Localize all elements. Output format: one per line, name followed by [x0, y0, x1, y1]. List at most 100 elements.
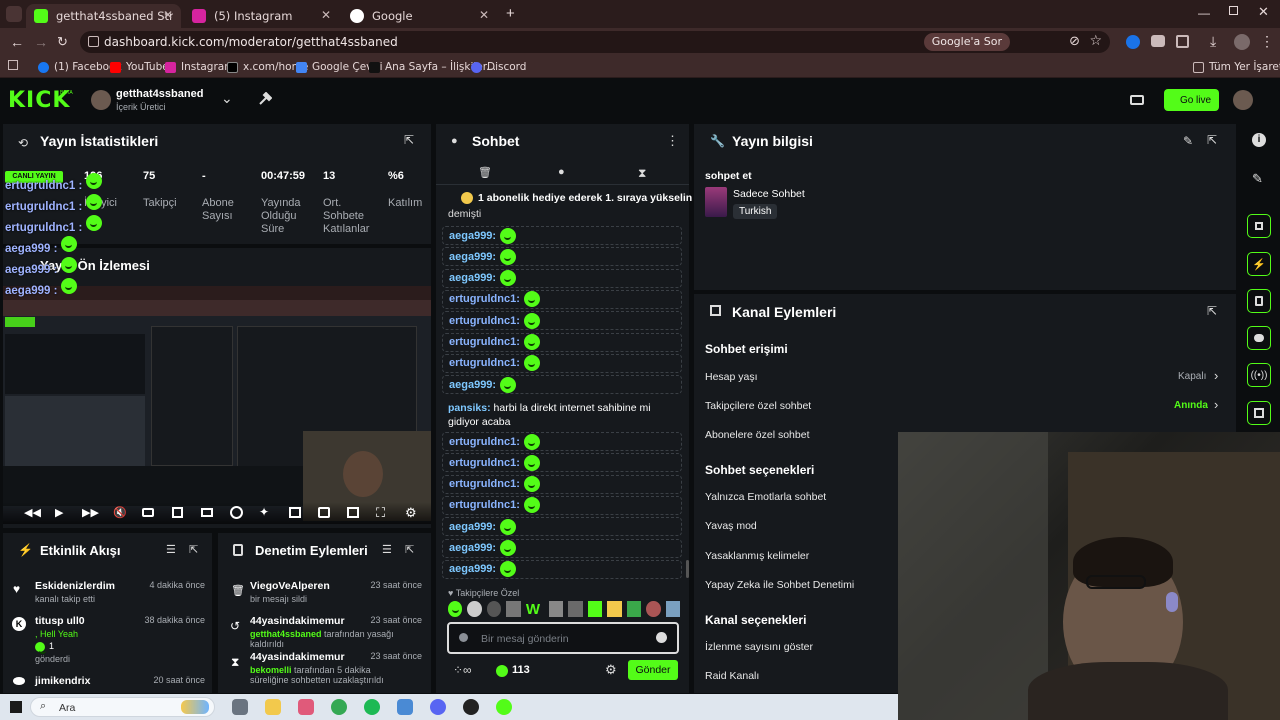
close-icon[interactable]: ✕	[479, 8, 489, 22]
hourglass-icon[interactable]: ⧗	[638, 166, 646, 181]
emote-icon[interactable]	[467, 601, 482, 617]
obs-icon[interactable]	[463, 699, 479, 715]
chevron-down-icon[interactable]: ⌄	[221, 90, 233, 107]
cast-icon[interactable]	[1130, 95, 1144, 105]
theatre-icon[interactable]	[318, 507, 330, 518]
back-arrow-icon[interactable]: ←	[10, 34, 24, 50]
chat-username[interactable]: aega999:	[449, 379, 496, 391]
chevron-right-icon[interactable]: ›	[1214, 368, 1218, 383]
chat-username[interactable]: ertugruldnc1:	[449, 499, 520, 511]
info-icon[interactable]: i	[1252, 133, 1266, 147]
emote-icon[interactable]	[626, 601, 642, 617]
close-icon[interactable]: ✕	[321, 8, 331, 22]
pencil-icon[interactable]: ✎	[1183, 134, 1193, 148]
filter-icon[interactable]: ☰	[382, 543, 392, 556]
setting-banned-words[interactable]: Yasaklanmış kelimeler	[705, 550, 809, 562]
sidebar-quick-action[interactable]	[1247, 401, 1271, 425]
setting-followers-chat[interactable]: Takipçilere özel sohbet	[705, 400, 811, 412]
bookmark-youtube[interactable]: YouTube	[110, 59, 169, 75]
setting-show-views[interactable]: İzlenme sayısını göster	[705, 641, 813, 653]
emote-icon[interactable]	[486, 601, 502, 617]
discord-icon[interactable]	[430, 699, 446, 715]
chat-username[interactable]: ertugruldnc1:	[449, 315, 520, 327]
chat-username[interactable]: aega999:	[449, 251, 496, 263]
fullscreen-icon[interactable]: ⛶	[376, 505, 385, 521]
user-avatar[interactable]	[1233, 90, 1253, 110]
play-icon[interactable]: ▶	[55, 506, 63, 519]
mute-icon[interactable]: 🔇	[113, 506, 127, 519]
all-bookmarks[interactable]: Tüm Yer İşaretleri	[1193, 59, 1280, 75]
profile-avatar[interactable]	[1234, 34, 1250, 50]
forward-icon[interactable]: ▶▶	[82, 506, 99, 519]
bookmark-instagram[interactable]: Instagram	[165, 59, 234, 75]
sparkle-icon[interactable]: ✦	[259, 505, 269, 519]
setting-raid[interactable]: Raid Kanalı	[705, 670, 759, 682]
gear-icon[interactable]: ⚙	[605, 662, 617, 678]
chat-username[interactable]: ertugruldnc1:	[449, 457, 520, 469]
emote-icon[interactable]	[506, 601, 521, 617]
pencil-icon[interactable]: ✎	[1252, 171, 1263, 187]
expand-icon[interactable]: ⇱	[405, 543, 414, 556]
chat-scrollbar[interactable]	[686, 560, 689, 578]
tab-search-button[interactable]	[6, 6, 22, 22]
emote-icon[interactable]	[665, 601, 681, 617]
emote-icon[interactable]	[568, 601, 583, 617]
setting-ai-moderation[interactable]: Yapay Zeka ile Sohbet Denetimi	[705, 579, 854, 591]
close-icon[interactable]: ✕	[163, 8, 173, 22]
extension-icon[interactable]	[1126, 35, 1140, 49]
gear-icon[interactable]: ⚙	[405, 505, 417, 521]
replay-icon[interactable]	[230, 506, 243, 519]
setting-slow-mode[interactable]: Yavaş mod	[705, 520, 757, 532]
chat-username[interactable]: ertugruldnc1:	[449, 436, 520, 448]
chevron-right-icon[interactable]: ›	[1214, 397, 1218, 412]
chat-username[interactable]: ertugruldnc1:	[449, 478, 520, 490]
reload-icon[interactable]: ↻	[57, 34, 68, 50]
kick-app-icon[interactable]	[496, 699, 512, 715]
chat-username[interactable]: aega999:	[449, 521, 496, 533]
settings-icon[interactable]	[397, 699, 413, 715]
window-close-button[interactable]: ✕	[1258, 4, 1269, 20]
sidebar-quick-action[interactable]	[1247, 326, 1271, 350]
expand-icon[interactable]: ⇱	[1207, 133, 1217, 147]
expand-icon[interactable]: ⇱	[189, 543, 198, 556]
google-ask-button[interactable]: Google'a Sor	[923, 33, 1010, 51]
emote-icon[interactable]	[548, 601, 564, 617]
apps-grid-icon[interactable]	[8, 60, 18, 70]
extensions-puzzle-icon[interactable]	[1176, 35, 1189, 48]
menu-kebab-icon[interactable]: ⋮	[666, 133, 679, 149]
crop-icon[interactable]	[172, 507, 183, 518]
trash-icon[interactable]: 🗑	[478, 166, 492, 179]
emoji-icon[interactable]	[656, 632, 667, 643]
address-bar[interactable]: dashboard.kick.com/moderator/getthat4ssb…	[80, 31, 1110, 53]
chat-username[interactable]: aega999:	[449, 563, 496, 575]
chrome-icon[interactable]	[331, 699, 347, 715]
sidebar-quick-action[interactable]: ⚡	[1247, 252, 1271, 276]
task-view-icon[interactable]	[232, 699, 248, 715]
stream-preview-video[interactable]	[3, 286, 431, 524]
chat-username[interactable]: aega999:	[449, 230, 496, 242]
extension-icon[interactable]	[1151, 35, 1165, 47]
new-tab-button[interactable]: +	[506, 5, 515, 22]
setting-emotes-only[interactable]: Yalnızca Emotlarla sohbet	[705, 491, 826, 503]
emote-icon[interactable]	[607, 601, 622, 617]
setting-subs-chat[interactable]: Abonelere özel sohbet	[705, 429, 810, 441]
go-live-button[interactable]: Go live	[1164, 89, 1219, 111]
sidebar-quick-action[interactable]	[1247, 289, 1271, 313]
tab-kick[interactable]: getthat4ssbaned Stream - Kick ✕	[26, 4, 181, 28]
expand-icon[interactable]: ⇱	[404, 133, 414, 147]
eye-off-icon[interactable]: ⊘	[1069, 34, 1080, 49]
tab-google[interactable]: Google ✕	[342, 4, 497, 28]
app-icon[interactable]	[298, 699, 314, 715]
bookmark-discord[interactable]: Discord	[471, 59, 526, 75]
emote-icon[interactable]	[587, 601, 603, 617]
minimize-button[interactable]: —	[1198, 6, 1210, 20]
file-explorer-icon[interactable]	[265, 699, 281, 715]
setting-account-age[interactable]: Hesap yaşı	[705, 371, 758, 383]
clip-icon[interactable]	[201, 508, 213, 517]
emote-icon[interactable]	[448, 601, 463, 617]
hammer-icon[interactable]	[258, 92, 272, 106]
sidebar-quick-action[interactable]	[1247, 214, 1271, 238]
taskbar-search[interactable]: ⌕ Ara	[30, 697, 215, 717]
chat-username[interactable]: aega999:	[449, 272, 496, 284]
avatar[interactable]	[91, 90, 111, 110]
